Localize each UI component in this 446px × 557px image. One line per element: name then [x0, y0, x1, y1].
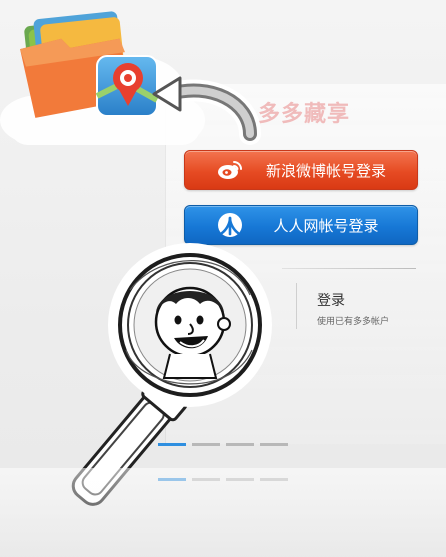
brand-title: 多多藏享 — [258, 102, 351, 127]
reflection-dot — [226, 478, 254, 481]
renren-icon — [218, 213, 242, 237]
weibo-icon — [218, 161, 242, 179]
renren-login-button[interactable]: 人人网帐号登录 — [184, 205, 418, 245]
weibo-login-label: 新浪微博帐号登录 — [265, 161, 386, 180]
reflection-dot — [192, 478, 220, 481]
page-dot-3[interactable] — [226, 443, 254, 446]
login-subtitle: 使用已有多多帐户 — [317, 317, 390, 327]
login-link[interactable]: 登录 — [317, 290, 345, 310]
welcome-screen: 多多藏享 新浪微博帐号登录 人人网帐号登录 登录 使用已有多多帐户 — [0, 0, 446, 557]
floor-reflection — [0, 468, 446, 557]
magnifier-icon — [71, 243, 272, 506]
curved-arrow-icon — [152, 76, 261, 145]
page-dot-1[interactable] — [158, 443, 186, 446]
reflection-dot — [158, 478, 186, 481]
page-dot-2[interactable] — [192, 443, 220, 446]
weibo-login-button[interactable]: 新浪微博帐号登录 — [184, 150, 418, 190]
page-dot-4[interactable] — [260, 443, 288, 446]
renren-login-label: 人人网帐号登录 — [273, 216, 379, 235]
reflection-dot — [260, 478, 288, 481]
